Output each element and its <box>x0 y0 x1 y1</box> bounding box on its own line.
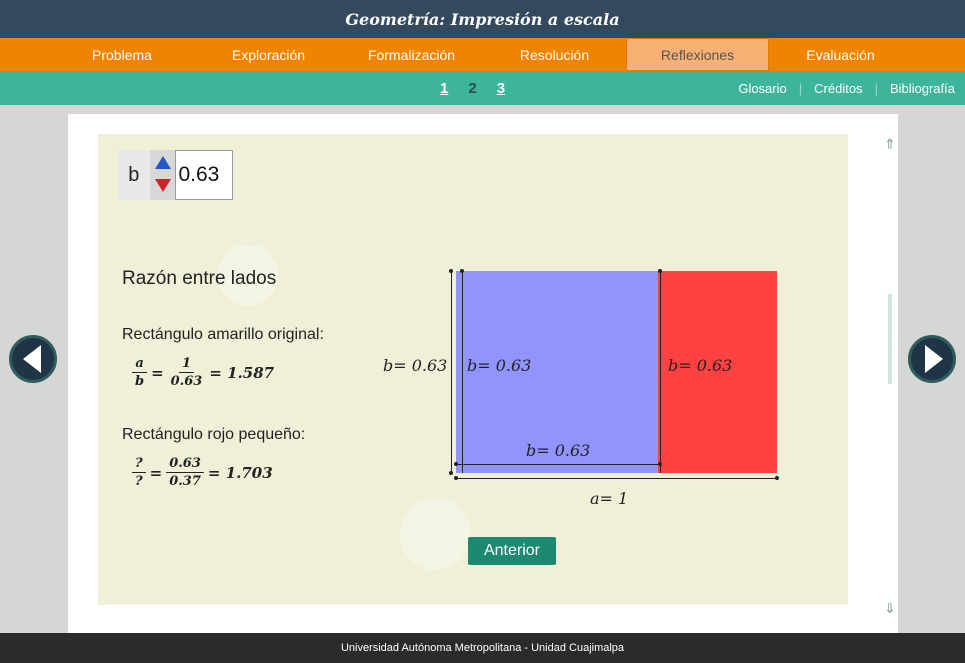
link-creditos[interactable]: Créditos <box>814 81 862 96</box>
numerator: a <box>132 356 147 373</box>
dimension-dot <box>449 471 453 475</box>
numerator: ? <box>132 456 146 473</box>
small-rect-label: Rectángulo rojo pequeño: <box>122 426 306 443</box>
title-bar: Geometría: Impresión a escala <box>0 0 965 38</box>
denominator: 0.63 <box>170 374 203 389</box>
equals-sign: = <box>149 463 163 482</box>
chevron-left-icon <box>22 345 41 373</box>
square-right-edge-line <box>660 271 661 473</box>
fraction: ? ? <box>132 456 146 489</box>
sub-nav: 1 2 3 Glosario | Créditos | Bibliografía <box>0 71 965 105</box>
left-dimension-line <box>451 271 452 473</box>
fraction: a b <box>132 356 147 389</box>
ratio-result: = 1.703 <box>207 463 273 482</box>
ratio-result: = 1.587 <box>209 363 275 382</box>
link-bibliografia[interactable]: Bibliografía <box>890 81 955 96</box>
page-selector: 1 2 3 <box>440 71 505 105</box>
stepper-value-input[interactable]: 0.63 <box>175 150 233 200</box>
fraction: 0.63 0.37 <box>166 456 204 489</box>
scroll-down-arrow-icon[interactable]: ⇓ <box>884 600 896 617</box>
denominator: b <box>135 374 145 389</box>
dimension-dot <box>454 476 458 480</box>
scrollbar-thumb[interactable] <box>888 294 892 384</box>
tab-problema[interactable]: Problema <box>0 38 197 71</box>
stepper-arrows <box>149 150 176 200</box>
anterior-button[interactable]: Anterior <box>468 537 556 565</box>
original-rect-label: Rectángulo amarillo original: <box>122 326 324 343</box>
dimension-dot <box>449 269 453 273</box>
separator: | <box>798 80 803 96</box>
stepper-label: b <box>118 150 150 200</box>
tab-resolucion[interactable]: Resolución <box>483 38 626 71</box>
prev-page-button[interactable] <box>9 335 57 383</box>
page-link-1[interactable]: 1 <box>440 80 448 97</box>
label-a: a= 1 <box>590 489 629 508</box>
section-heading: Razón entre lados <box>122 268 277 289</box>
tab-reflexiones[interactable]: Reflexiones <box>626 38 769 71</box>
numerator: 1 <box>178 356 195 373</box>
bottom-dimension-line <box>456 478 777 479</box>
utility-links: Glosario | Créditos | Bibliografía <box>738 71 955 105</box>
scroll-up-arrow-icon[interactable]: ⇑ <box>884 136 896 153</box>
page-link-2[interactable]: 2 <box>468 80 476 97</box>
footer: Universidad Autónoma Metropolitana - Uni… <box>0 633 965 663</box>
tab-exploracion[interactable]: Exploración <box>197 38 340 71</box>
dimension-dot <box>658 269 662 273</box>
content-card: b 0.63 Razón entre lados Rectángulo amar… <box>68 114 898 633</box>
page-link-3[interactable]: 3 <box>497 80 505 97</box>
fraction: 1 0.63 <box>168 356 206 389</box>
footer-text: Universidad Autónoma Metropolitana - Uni… <box>340 642 625 654</box>
denominator: 0.37 <box>169 474 201 489</box>
app-title: Geometría: Impresión a escala <box>345 9 620 29</box>
dimension-dot <box>454 462 458 466</box>
chevron-right-icon <box>925 345 943 373</box>
link-glosario[interactable]: Glosario <box>738 81 786 96</box>
dimension-dot <box>775 476 779 480</box>
numerator: 0.63 <box>166 456 204 473</box>
label-inner-b: b= 0.63 <box>467 356 532 375</box>
equals-sign: = <box>151 363 164 382</box>
original-ratio-formula: a b = 1 0.63 = 1.587 <box>128 356 274 389</box>
separator: | <box>874 80 878 96</box>
inner-left-dimension-line <box>462 271 463 473</box>
label-bottom-b: b= 0.63 <box>526 441 591 460</box>
increment-icon[interactable] <box>154 156 171 169</box>
decrement-icon[interactable] <box>154 179 171 192</box>
dimension-dot <box>460 269 464 273</box>
small-ratio-formula: ? ? = 0.63 0.37 = 1.703 <box>128 456 273 489</box>
dimension-dot <box>658 462 662 466</box>
applet-panel: b 0.63 Razón entre lados Rectángulo amar… <box>98 134 848 605</box>
tab-evaluacion[interactable]: Evaluación <box>769 38 912 71</box>
next-page-button[interactable] <box>908 335 956 383</box>
inner-bottom-dimension-line <box>456 464 660 465</box>
tab-formalizacion[interactable]: Formalización <box>340 38 483 71</box>
b-stepper: b 0.63 <box>118 150 233 200</box>
main-nav: Problema Exploración Formalización Resol… <box>0 38 965 71</box>
label-left-b: b= 0.63 <box>383 356 448 375</box>
label-red-b: b= 0.63 <box>668 356 733 375</box>
denominator: ? <box>135 474 143 489</box>
